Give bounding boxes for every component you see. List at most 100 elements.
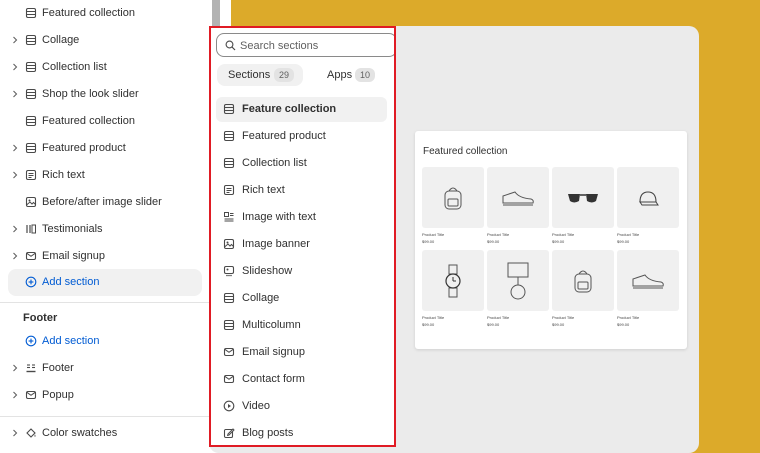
product-price: $99.00 [617, 239, 630, 244]
add-section-label: Add section [42, 276, 100, 288]
product-card: Product Title $99.00 [617, 250, 679, 327]
section-option-collection-list[interactable]: Collection list [216, 151, 387, 176]
product-title: Product Title [552, 232, 575, 237]
sidebar-item-featured-collection-2[interactable]: Featured collection [0, 108, 210, 135]
section-option-label: Multicolumn [242, 319, 301, 331]
footer-group-title: Footer [23, 312, 58, 324]
section-icon [223, 130, 235, 142]
sidebar-item-label: Testimonials [42, 223, 103, 235]
product-price: $99.00 [617, 322, 630, 327]
section-icon [25, 61, 37, 73]
text-block-icon [25, 169, 37, 181]
product-price: $99.00 [422, 322, 435, 327]
sidebar-item-label: Email signup [42, 250, 105, 262]
section-icon [223, 103, 235, 115]
section-option-featured-product[interactable]: Featured product [216, 124, 387, 149]
section-option-label: Image with text [242, 211, 316, 223]
chevron-right-icon[interactable] [10, 224, 20, 234]
image-with-text-icon [223, 211, 235, 223]
columns-icon [25, 223, 37, 235]
tab-count-badge: 29 [274, 68, 295, 82]
section-icon [25, 142, 37, 154]
section-option-label: Slideshow [242, 265, 293, 277]
tab-apps[interactable]: Apps 10 [307, 64, 393, 86]
sidebar-item-rich-text[interactable]: Rich text [0, 162, 210, 189]
sidebar-item-testimonials[interactable]: Testimonials [0, 216, 210, 243]
section-option-label: Collection list [242, 157, 307, 169]
chevron-right-icon[interactable] [10, 428, 20, 438]
sidebar-item-featured-collection[interactable]: Featured collection [0, 0, 210, 27]
sidebar-item-label: Rich text [42, 169, 85, 181]
chevron-right-icon[interactable] [10, 143, 20, 153]
sidebar-item-shop-the-look-slider[interactable]: Shop the look slider [0, 81, 210, 108]
sidebar-item-label: Shop the look slider [42, 88, 139, 100]
sidebar-item-collection-list[interactable]: Collection list [0, 54, 210, 81]
slideshow-icon [223, 265, 235, 277]
tab-sections[interactable]: Sections 29 [217, 64, 303, 86]
sidebar-item-label: Before/after image slider [42, 196, 162, 208]
chevron-right-icon[interactable] [10, 62, 20, 72]
sidebar-item-email-signup[interactable]: Email signup [0, 243, 210, 270]
section-option-label: Collage [242, 292, 280, 304]
paint-bucket-icon [25, 427, 37, 439]
product-price: $99.00 [552, 239, 565, 244]
product-title: Product Title [617, 232, 640, 237]
section-option-label: Feature collection [242, 103, 337, 115]
chevron-right-icon[interactable] [10, 35, 20, 45]
section-option-rich-text[interactable]: Rich text [216, 178, 387, 203]
product-card: Product Title $99.00 [422, 167, 484, 244]
section-option-contact-form[interactable]: Contact form [216, 367, 387, 392]
sidebar-item-before-after-slider[interactable]: Before/after image slider [0, 189, 210, 216]
tab-label: Apps [327, 69, 353, 81]
search-input[interactable]: Search sections [216, 33, 394, 57]
section-icon [25, 7, 37, 19]
section-icon [25, 88, 37, 100]
section-option-label: Featured product [242, 130, 326, 142]
section-option-label: Image banner [242, 238, 310, 250]
sneaker-icon [487, 167, 549, 228]
product-title: Product Title [487, 315, 510, 320]
product-title: Product Title [617, 315, 640, 320]
section-option-email-signup[interactable]: Email signup [216, 340, 387, 365]
footer-add-section-button[interactable]: Add section [0, 328, 210, 355]
sidebar-item-featured-product[interactable]: Featured product [0, 135, 210, 162]
section-option-blog-posts[interactable]: Blog posts [216, 421, 387, 445]
section-option-slideshow[interactable]: Slideshow [216, 259, 387, 284]
product-card: Product Title $99.00 [617, 167, 679, 244]
sidebar-item-popup[interactable]: Popup [0, 382, 210, 409]
sidebar-item-footer[interactable]: Footer [0, 355, 210, 382]
group-divider [0, 302, 210, 303]
product-price: $99.00 [422, 239, 435, 244]
chevron-right-icon[interactable] [10, 89, 20, 99]
mail-icon [25, 389, 37, 401]
section-option-feature-collection[interactable]: Feature collection [216, 97, 387, 122]
section-option-video[interactable]: Video [216, 394, 387, 419]
featured-collection-preview: Featured collection Product Title $99.00… [415, 131, 687, 349]
sidebar-item-label: Featured product [42, 142, 126, 154]
sidebar-item-label: Footer [42, 362, 74, 374]
chevron-right-icon[interactable] [10, 390, 20, 400]
mail-icon [25, 250, 37, 262]
add-section-label: Add section [42, 335, 100, 347]
add-section-button[interactable]: Add section [8, 269, 202, 296]
sidebar-item-color-swatches[interactable]: Color swatches [0, 420, 210, 447]
lamp-icon [487, 250, 549, 311]
product-title: Product Title [422, 232, 445, 237]
chevron-right-icon[interactable] [10, 363, 20, 373]
product-title: Product Title [487, 232, 510, 237]
section-icon [25, 115, 37, 127]
section-option-label: Contact form [242, 373, 305, 385]
section-option-image-banner[interactable]: Image banner [216, 232, 387, 257]
footer-icon [25, 362, 37, 374]
sidebar-item-collage[interactable]: Collage [0, 27, 210, 54]
backpack-icon [552, 250, 614, 311]
section-icon [223, 319, 235, 331]
chevron-right-icon[interactable] [10, 251, 20, 261]
section-option-collage[interactable]: Collage [216, 286, 387, 311]
product-title: Product Title [422, 315, 445, 320]
section-option-multicolumn[interactable]: Multicolumn [216, 313, 387, 338]
text-block-icon [223, 184, 235, 196]
chevron-right-icon[interactable] [10, 170, 20, 180]
section-icon [223, 292, 235, 304]
section-option-image-with-text[interactable]: Image with text [216, 205, 387, 230]
